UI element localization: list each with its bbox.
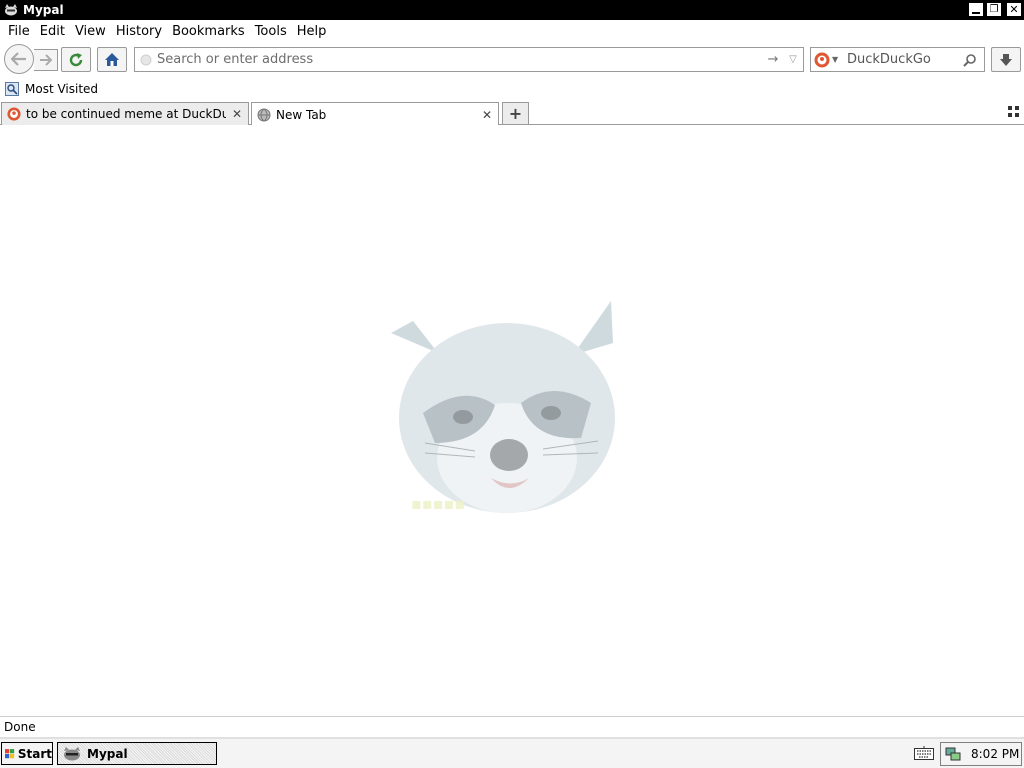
restore-button[interactable]: ❐ xyxy=(986,2,1002,17)
navigation-toolbar: → ▽ ▼ xyxy=(0,42,1024,76)
page-content[interactable]: ▪▪▪▪▪ xyxy=(0,125,1024,715)
search-icon[interactable] xyxy=(960,53,980,67)
duckduckgo-icon xyxy=(814,52,830,67)
start-label: Start xyxy=(17,746,52,761)
address-bar[interactable]: → ▽ xyxy=(134,47,804,72)
keyboard-icon[interactable] xyxy=(914,746,934,760)
menu-view[interactable]: View xyxy=(70,24,111,39)
back-button[interactable] xyxy=(4,44,34,74)
tab-close-icon[interactable]: ✕ xyxy=(230,107,244,121)
menu-bookmarks[interactable]: Bookmarks xyxy=(167,24,250,39)
tab-new-tab[interactable]: New Tab ✕ xyxy=(251,102,499,126)
menu-file[interactable]: File xyxy=(3,24,35,39)
status-text: Done xyxy=(4,719,36,734)
new-tab-button[interactable]: + xyxy=(502,102,529,124)
search-input[interactable] xyxy=(845,51,960,68)
plus-icon: + xyxy=(508,104,523,123)
window-title: Mypal xyxy=(23,3,64,17)
menu-history[interactable]: History xyxy=(111,24,167,39)
tab-strip: to be continued meme at DuckDuc_ ✕ New T… xyxy=(0,100,1024,126)
menu-bar: File Edit View History Bookmarks Tools H… xyxy=(0,20,1024,42)
windows-flag-icon xyxy=(5,748,15,758)
forward-button[interactable] xyxy=(34,49,58,71)
forward-arrow-icon xyxy=(40,54,52,66)
bookmarks-toolbar: Most Visited xyxy=(0,78,1024,100)
reload-icon xyxy=(69,52,83,66)
identity-icon[interactable] xyxy=(135,54,157,66)
menu-tools[interactable]: Tools xyxy=(250,24,292,39)
url-dropdown-icon[interactable]: ▽ xyxy=(783,54,803,65)
bookmark-most-visited[interactable]: Most Visited xyxy=(4,81,98,97)
tab-close-icon[interactable]: ✕ xyxy=(480,108,494,122)
clock[interactable]: 8:02 PM xyxy=(971,747,1019,761)
minimize-button[interactable] xyxy=(968,2,984,17)
taskbar-item-mypal[interactable]: Mypal xyxy=(57,742,217,765)
search-engine-selector[interactable]: ▼ xyxy=(811,52,845,68)
globe-icon xyxy=(256,107,272,123)
downloads-button[interactable] xyxy=(991,47,1021,72)
tab-duckduckgo-search[interactable]: to be continued meme at DuckDuc_ ✕ xyxy=(1,102,249,125)
taskbar-item-label: Mypal xyxy=(87,746,128,761)
most-visited-icon xyxy=(4,81,20,97)
network-icon[interactable] xyxy=(945,746,961,762)
download-arrow-icon xyxy=(1000,53,1012,66)
raccoon-app-icon xyxy=(3,3,19,17)
minimize-icon xyxy=(972,11,980,14)
svg-text:▪▪▪▪▪: ▪▪▪▪▪ xyxy=(411,494,465,513)
tab-grid-icon[interactable] xyxy=(1008,106,1020,118)
most-visited-label: Most Visited xyxy=(25,82,99,96)
go-arrow-icon[interactable]: → xyxy=(763,52,783,67)
close-icon: ✕ xyxy=(1009,3,1019,16)
start-button[interactable]: Start xyxy=(1,742,53,765)
address-input[interactable] xyxy=(157,52,763,67)
taskbar: Start Mypal 8:02 PM xyxy=(0,737,1024,768)
system-tray: 8:02 PM xyxy=(940,742,1022,766)
back-arrow-icon xyxy=(11,52,26,66)
raccoon-watermark-image: ▪▪▪▪▪ xyxy=(391,301,615,513)
status-bar: Done xyxy=(0,716,1024,736)
chevron-down-icon: ▼ xyxy=(832,55,839,64)
reload-button[interactable] xyxy=(61,47,91,72)
title-bar[interactable]: Mypal ❐ ✕ xyxy=(0,0,1024,20)
home-icon xyxy=(105,53,119,66)
restore-icon: ❐ xyxy=(989,3,999,15)
search-bar[interactable]: ▼ xyxy=(810,47,985,72)
tab-label: New Tab xyxy=(276,107,327,122)
menu-edit[interactable]: Edit xyxy=(35,24,70,39)
duckduckgo-icon xyxy=(6,106,22,122)
raccoon-app-icon xyxy=(64,746,80,760)
home-button[interactable] xyxy=(97,47,127,72)
close-window-button[interactable]: ✕ xyxy=(1006,2,1022,17)
menu-help[interactable]: Help xyxy=(292,24,332,39)
tab-label: to be continued meme at DuckDuc_ xyxy=(26,107,226,121)
